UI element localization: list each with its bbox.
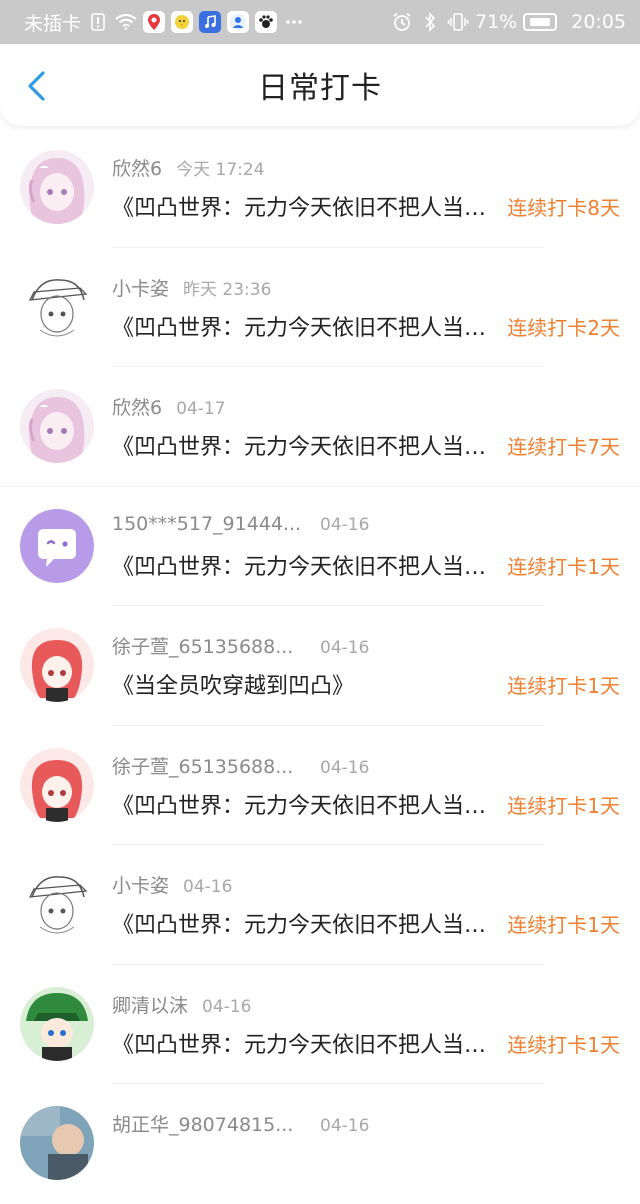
story-title[interactable]: 《当全员吹穿越到凹凸》 [112, 668, 500, 700]
item-meta: 徐子萱_65135688... 04-16 [112, 632, 369, 659]
post-time: 04-16 [183, 877, 233, 897]
item-meta: 150***517_91444... 04-16 [112, 513, 369, 535]
post-time: 04-16 [320, 757, 370, 778]
streak-label: 连续打卡1天 [507, 1032, 620, 1057]
avatar[interactable] [20, 628, 94, 702]
streak-label: 连续打卡1天 [507, 793, 620, 818]
story-title[interactable]: 《凹凸世界：元力今天依旧不把人当人看 [112, 549, 500, 581]
list-item[interactable]: 胡正华_98074815... 04-16 [0, 1084, 640, 1204]
page-title: 日常打卡 [258, 71, 382, 106]
list-item[interactable]: 徐子萱_65135688... 04-16 《当全员吹穿越到凹凸》 连续打卡1天 [0, 606, 640, 726]
vibrate-icon [447, 11, 469, 33]
avatar[interactable] [20, 508, 94, 583]
battery-percent-text: 71% [475, 11, 518, 33]
user-name[interactable]: 卿清以沫 [112, 991, 188, 1018]
post-time: 04-16 [202, 996, 252, 1017]
user-name[interactable]: 徐子萱_65135688... [112, 752, 302, 779]
avatar[interactable] [20, 986, 94, 1061]
bluetooth-icon [419, 11, 441, 33]
header-bar: 日常打卡 [0, 44, 640, 126]
story-title[interactable]: 《凹凸世界：元力今天依旧不把人当人看 [112, 429, 500, 461]
avatar[interactable] [20, 1106, 94, 1180]
item-meta: 小卡姿 04-16 [112, 871, 232, 898]
story-title[interactable]: 《凹凸世界：元力今天依旧不把人当人看 [112, 190, 500, 222]
user-name[interactable]: 欣然6 [112, 393, 162, 420]
user-name[interactable]: 胡正华_98074815... [112, 1110, 302, 1137]
post-time: 04-16 [320, 1116, 370, 1136]
chevron-left-icon [28, 71, 45, 101]
user-name[interactable]: 小卡姿 [112, 871, 169, 898]
item-meta: 徐子萱_65135688... 04-16 [112, 752, 369, 779]
post-time: 04-16 [320, 638, 370, 658]
list-item[interactable]: 小卡姿 04-16 《凹凸世界：元力今天依旧不把人当人看 连续打卡1天 [0, 845, 640, 965]
profile-app-icon [227, 11, 250, 33]
user-name[interactable]: 徐子萱_65135688... [112, 632, 302, 659]
streak-label: 连续打卡7天 [507, 435, 620, 459]
streak-label: 连续打卡1天 [507, 554, 620, 579]
user-name[interactable]: 小卡姿 [112, 274, 169, 301]
more-notifications-icon [283, 11, 305, 33]
chick-app-icon [171, 11, 194, 33]
post-time: 04-17 [176, 399, 226, 419]
item-meta: 欣然6 今天 17:24 [112, 154, 265, 181]
map-app-icon [143, 11, 166, 33]
carrier-text: 未插卡 [24, 12, 82, 35]
list-item[interactable]: 徐子萱_65135688... 04-16 《凹凸世界：元力今天依旧不把人当人看… [0, 726, 640, 845]
avatar[interactable] [20, 269, 94, 344]
list-item[interactable]: 小卡姿 昨天 23:36 《凹凸世界：元力今天依旧不把人当人看 连续打卡2天 [0, 248, 640, 367]
story-title[interactable]: 《凹凸世界：元力今天依旧不把人当人看 [112, 788, 500, 820]
back-button[interactable] [18, 66, 54, 106]
item-meta: 小卡姿 昨天 23:36 [112, 274, 271, 301]
avatar[interactable] [20, 150, 94, 224]
post-time: 昨天 23:36 [183, 279, 272, 300]
streak-label: 连续打卡1天 [507, 674, 620, 698]
avatar[interactable] [20, 747, 94, 822]
user-name[interactable]: 150***517_91444... [112, 513, 302, 535]
checkin-list: 欣然6 今天 17:24 《凹凸世界：元力今天依旧不把人当人看 连续打卡8天 小… [0, 128, 640, 1204]
item-meta: 卿清以沫 04-16 [112, 991, 251, 1018]
list-item[interactable]: 欣然6 今天 17:24 《凹凸世界：元力今天依旧不把人当人看 连续打卡8天 [0, 128, 640, 248]
status-right: 71% 20:05 [391, 11, 626, 33]
list-item[interactable]: 欣然6 04-17 《凹凸世界：元力今天依旧不把人当人看 连续打卡7天 [0, 367, 640, 487]
paw-app-icon [255, 11, 278, 33]
story-title[interactable]: 《凹凸世界：元力今天依旧不把人当人看 [112, 310, 500, 342]
item-meta: 欣然6 04-17 [112, 393, 226, 420]
alarm-icon [391, 11, 413, 33]
item-meta: 胡正华_98074815... 04-16 [112, 1110, 369, 1137]
status-bar: 未插卡 71% 20:05 [0, 0, 640, 44]
streak-label: 连续打卡8天 [507, 196, 620, 220]
post-time: 04-16 [320, 514, 370, 535]
story-title[interactable]: 《凹凸世界：元力今天依旧不把人当人看 [112, 1027, 500, 1059]
clock-text: 20:05 [571, 11, 626, 33]
streak-label: 连续打卡1天 [507, 913, 620, 937]
streak-label: 连续打卡2天 [507, 315, 620, 340]
list-item[interactable]: 卿清以沫 04-16 《凹凸世界：元力今天依旧不把人当人看 连续打卡1天 [0, 965, 640, 1084]
sim-alert-icon [87, 11, 109, 33]
wifi-icon [115, 11, 137, 33]
music-app-icon [199, 11, 222, 33]
post-time: 今天 17:24 [176, 160, 265, 180]
avatar[interactable] [20, 389, 94, 463]
story-title[interactable]: 《凹凸世界：元力今天依旧不把人当人看 [112, 907, 500, 939]
battery-icon [523, 13, 558, 31]
status-left: 未插卡 [24, 9, 391, 36]
list-item[interactable]: 150***517_91444... 04-16 《凹凸世界：元力今天依旧不把人… [0, 487, 640, 606]
user-name[interactable]: 欣然6 [112, 154, 162, 181]
avatar[interactable] [20, 867, 94, 941]
